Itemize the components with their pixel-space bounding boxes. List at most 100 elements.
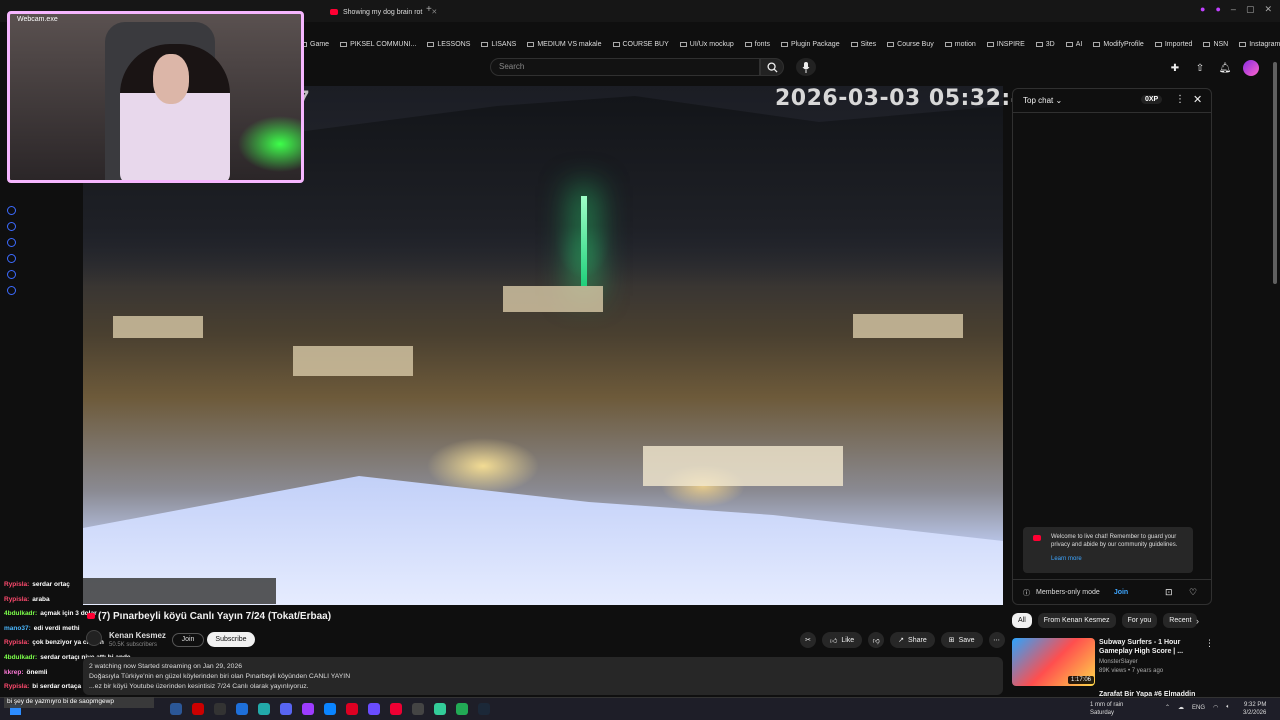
wifi-icon[interactable]: ◠ <box>1213 704 1218 711</box>
channel-avatar[interactable] <box>86 630 102 646</box>
sidebar-heart-icon[interactable] <box>7 222 16 231</box>
bookmark-item[interactable]: motion <box>944 41 976 48</box>
join-button[interactable]: Join <box>172 633 204 647</box>
sidebar-settings-icon[interactable] <box>7 286 16 295</box>
bookmark-item[interactable]: INSPIRE <box>986 41 1025 48</box>
heart-icon[interactable]: ♡ <box>1189 587 1197 598</box>
bookmark-item[interactable]: UI/Ux mockup <box>679 41 734 48</box>
extension-icon[interactable]: ● <box>1200 4 1205 15</box>
info-icon[interactable]: ⓘ <box>1023 588 1030 598</box>
clip-button[interactable]: ✂ <box>800 632 816 648</box>
stream-chat-input-line: bi şey de yazmıyro bi de saopmgewp <box>4 697 154 708</box>
app-icon[interactable] <box>390 703 402 715</box>
upload-icon[interactable]: ⇧ <box>1193 61 1207 75</box>
like-button[interactable]: 👍︎ Like <box>822 632 863 648</box>
clock[interactable]: 9:32 PM 3/2/2026 <box>1243 701 1266 717</box>
bookmark-item[interactable]: ModifyProfile <box>1093 41 1144 48</box>
video-description[interactable]: 2 watching now Started streaming on Jan … <box>83 657 1003 695</box>
chip[interactable]: All <box>1012 613 1032 628</box>
chevron-up-icon[interactable]: ⌃ <box>1165 704 1170 711</box>
recommendation-title[interactable]: Subway Surfers - 1 Hour Gameplay High Sc… <box>1099 638 1203 656</box>
bookmark-item[interactable]: 3D <box>1035 41 1055 48</box>
list-item[interactable]: 1:17:06 Subway Surfers - 1 Hour Gameplay… <box>1012 638 1214 688</box>
minimize-button[interactable]: – <box>1231 4 1236 15</box>
channel-name[interactable]: Kenan Kesmez <box>109 631 166 640</box>
sidebar-history-icon[interactable] <box>7 238 16 247</box>
volume-icon[interactable]: 🔈︎ <box>1226 704 1230 711</box>
bookmark-label: LISANS <box>491 40 517 48</box>
folder-icon <box>850 41 858 47</box>
chip[interactable]: From Kenan Kesmez <box>1037 613 1116 628</box>
extension-icon[interactable]: ● <box>1215 4 1220 15</box>
tab-active[interactable]: Showing my dog brain rot ✕ <box>330 4 437 20</box>
app-icon[interactable] <box>258 703 270 715</box>
learn-more-link[interactable]: Learn more <box>1051 555 1187 563</box>
close-window-button[interactable]: ✕ <box>1264 4 1272 15</box>
app-icon[interactable] <box>412 703 424 715</box>
chat-mode-dropdown[interactable]: Top chat ⌄ <box>1023 96 1062 105</box>
like-label: Like <box>841 636 855 644</box>
super-chat-icon[interactable]: ⊡ <box>1165 587 1173 598</box>
bookmark-item[interactable]: NSN <box>1203 41 1228 48</box>
bookmark-item[interactable]: Course Buy <box>887 41 934 48</box>
bookmark-item[interactable]: COURSE BUY <box>612 41 669 48</box>
search-button[interactable] <box>760 58 784 76</box>
more-vertical-icon[interactable]: ⋮ <box>1205 638 1214 649</box>
app-icon[interactable] <box>324 703 336 715</box>
app-icon[interactable] <box>214 703 226 715</box>
sidebar-download-icon[interactable] <box>7 254 16 263</box>
bookmark-item[interactable]: MEDIUM VS makale <box>527 41 602 48</box>
bookmark-item[interactable]: Imported <box>1154 41 1192 48</box>
chip[interactable]: Recent <box>1163 613 1198 628</box>
app-icon[interactable] <box>192 703 204 715</box>
sidebar-chat-icon[interactable] <box>7 270 16 279</box>
app-icon[interactable] <box>302 703 314 715</box>
bookmark-item[interactable]: Plugin Package <box>780 41 840 48</box>
save-button[interactable]: ⊞ Save <box>940 632 983 648</box>
weather-widget[interactable]: 1 mm of rain Saturday <box>1090 701 1123 717</box>
scrollbar-thumb[interactable] <box>1273 62 1277 284</box>
maximize-button[interactable]: ▢ <box>1246 4 1255 15</box>
chip[interactable]: For you <box>1121 613 1158 628</box>
voice-search-button[interactable] <box>796 58 816 76</box>
more-actions-button[interactable]: ⋯ <box>988 632 1005 648</box>
app-icon[interactable] <box>434 703 446 715</box>
create-icon[interactable]: ✚ <box>1168 61 1182 75</box>
bookmark-item[interactable]: PIKSEL COMMUNI... <box>340 41 416 48</box>
onedrive-icon[interactable]: ☁ <box>1178 704 1184 711</box>
bookmark-item[interactable]: Game <box>300 41 329 48</box>
subscribe-button[interactable]: Subscribe <box>207 632 255 647</box>
thumbs-down-icon: 👎︎ <box>872 637 880 645</box>
bookmark-item[interactable]: LISANS <box>481 41 516 48</box>
app-icon[interactable] <box>236 703 248 715</box>
app-icon[interactable] <box>478 703 490 715</box>
chevron-right-icon[interactable]: › <box>1196 616 1199 626</box>
bookmark-item[interactable]: Instagram and Tik... <box>1239 41 1280 48</box>
search-input[interactable]: Search <box>490 58 760 76</box>
app-icon[interactable] <box>368 703 380 715</box>
notifications-bell-icon[interactable]: 🔔︎ <box>1218 61 1232 75</box>
app-icon[interactable] <box>346 703 358 715</box>
chat-join-button[interactable]: Join <box>1114 589 1128 596</box>
app-icon[interactable] <box>456 703 468 715</box>
app-icon[interactable] <box>170 703 182 715</box>
share-button[interactable]: ↗ Share <box>890 632 935 648</box>
avatar[interactable] <box>1243 60 1259 76</box>
app-icon[interactable] <box>280 703 292 715</box>
bookmark-item[interactable]: AI <box>1065 41 1082 48</box>
recommendation-chips: All From Kenan Kesmez For you Recent <box>1012 613 1198 628</box>
language-indicator[interactable]: ENG <box>1192 705 1205 711</box>
xp-badge[interactable]: 0XP <box>1141 95 1163 104</box>
video-timestamp: 2026-03-03 05:32:45 <box>775 86 1043 111</box>
more-vertical-icon[interactable]: ⋮ <box>1175 94 1185 105</box>
dislike-button[interactable]: 👎︎ <box>868 632 885 648</box>
close-icon[interactable]: ✕ <box>431 8 437 16</box>
new-tab-button[interactable]: + <box>426 4 432 15</box>
youtube-icon <box>1033 535 1041 541</box>
bookmark-item[interactable]: LESSONS <box>427 41 470 48</box>
bookmark-item[interactable]: fonts <box>744 41 770 48</box>
close-icon[interactable]: ✕ <box>1193 93 1202 106</box>
sidebar-home-icon[interactable] <box>7 206 16 215</box>
bookmark-label: Sites <box>860 40 877 48</box>
bookmark-item[interactable]: Sites <box>850 40 877 48</box>
